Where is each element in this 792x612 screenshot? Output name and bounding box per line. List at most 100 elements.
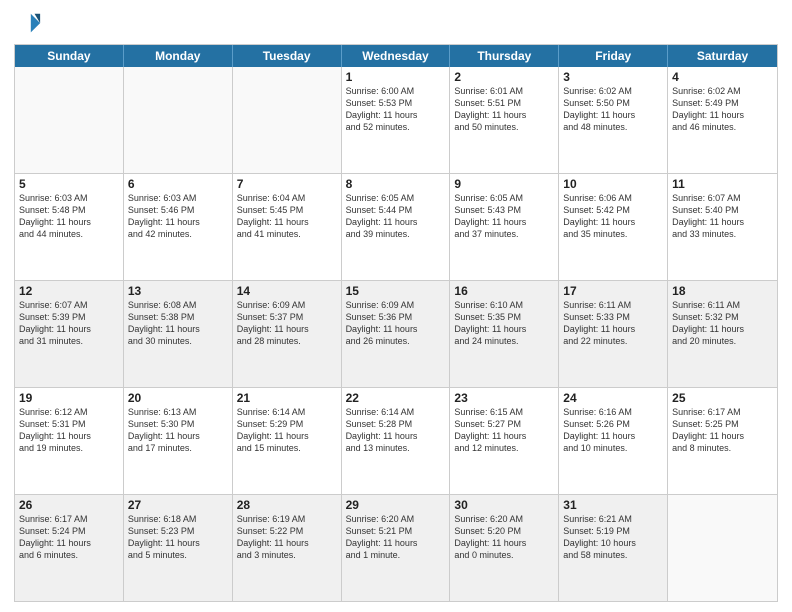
header <box>14 10 778 38</box>
day-cell-15: 15Sunrise: 6:09 AM Sunset: 5:36 PM Dayli… <box>342 281 451 387</box>
day-number: 2 <box>454 70 554 84</box>
day-number: 11 <box>672 177 773 191</box>
day-info: Sunrise: 6:18 AM Sunset: 5:23 PM Dayligh… <box>128 513 228 562</box>
day-info: Sunrise: 6:19 AM Sunset: 5:22 PM Dayligh… <box>237 513 337 562</box>
day-number: 12 <box>19 284 119 298</box>
day-number: 4 <box>672 70 773 84</box>
calendar-row-1: 5Sunrise: 6:03 AM Sunset: 5:48 PM Daylig… <box>15 174 777 281</box>
day-cell-7: 7Sunrise: 6:04 AM Sunset: 5:45 PM Daylig… <box>233 174 342 280</box>
weekday-header-wednesday: Wednesday <box>342 45 451 67</box>
day-info: Sunrise: 6:15 AM Sunset: 5:27 PM Dayligh… <box>454 406 554 455</box>
day-number: 23 <box>454 391 554 405</box>
day-cell-11: 11Sunrise: 6:07 AM Sunset: 5:40 PM Dayli… <box>668 174 777 280</box>
day-cell-6: 6Sunrise: 6:03 AM Sunset: 5:46 PM Daylig… <box>124 174 233 280</box>
day-info: Sunrise: 6:09 AM Sunset: 5:37 PM Dayligh… <box>237 299 337 348</box>
day-cell-13: 13Sunrise: 6:08 AM Sunset: 5:38 PM Dayli… <box>124 281 233 387</box>
day-number: 28 <box>237 498 337 512</box>
day-info: Sunrise: 6:01 AM Sunset: 5:51 PM Dayligh… <box>454 85 554 134</box>
day-number: 18 <box>672 284 773 298</box>
weekday-header-tuesday: Tuesday <box>233 45 342 67</box>
day-info: Sunrise: 6:07 AM Sunset: 5:40 PM Dayligh… <box>672 192 773 241</box>
day-cell-18: 18Sunrise: 6:11 AM Sunset: 5:32 PM Dayli… <box>668 281 777 387</box>
day-number: 10 <box>563 177 663 191</box>
weekday-header-friday: Friday <box>559 45 668 67</box>
day-info: Sunrise: 6:06 AM Sunset: 5:42 PM Dayligh… <box>563 192 663 241</box>
day-number: 19 <box>19 391 119 405</box>
day-number: 21 <box>237 391 337 405</box>
day-cell-3: 3Sunrise: 6:02 AM Sunset: 5:50 PM Daylig… <box>559 67 668 173</box>
day-number: 17 <box>563 284 663 298</box>
day-cell-27: 27Sunrise: 6:18 AM Sunset: 5:23 PM Dayli… <box>124 495 233 601</box>
day-cell-8: 8Sunrise: 6:05 AM Sunset: 5:44 PM Daylig… <box>342 174 451 280</box>
logo <box>14 10 46 38</box>
day-cell-21: 21Sunrise: 6:14 AM Sunset: 5:29 PM Dayli… <box>233 388 342 494</box>
day-cell-14: 14Sunrise: 6:09 AM Sunset: 5:37 PM Dayli… <box>233 281 342 387</box>
day-cell-25: 25Sunrise: 6:17 AM Sunset: 5:25 PM Dayli… <box>668 388 777 494</box>
day-cell-20: 20Sunrise: 6:13 AM Sunset: 5:30 PM Dayli… <box>124 388 233 494</box>
day-info: Sunrise: 6:16 AM Sunset: 5:26 PM Dayligh… <box>563 406 663 455</box>
calendar-row-2: 12Sunrise: 6:07 AM Sunset: 5:39 PM Dayli… <box>15 281 777 388</box>
weekday-header-saturday: Saturday <box>668 45 777 67</box>
calendar-body: 1Sunrise: 6:00 AM Sunset: 5:53 PM Daylig… <box>15 67 777 601</box>
day-info: Sunrise: 6:17 AM Sunset: 5:24 PM Dayligh… <box>19 513 119 562</box>
page: SundayMondayTuesdayWednesdayThursdayFrid… <box>0 0 792 612</box>
day-number: 5 <box>19 177 119 191</box>
empty-cell-4-6 <box>668 495 777 601</box>
day-info: Sunrise: 6:04 AM Sunset: 5:45 PM Dayligh… <box>237 192 337 241</box>
day-cell-19: 19Sunrise: 6:12 AM Sunset: 5:31 PM Dayli… <box>15 388 124 494</box>
day-number: 13 <box>128 284 228 298</box>
empty-cell-0-2 <box>233 67 342 173</box>
day-info: Sunrise: 6:11 AM Sunset: 5:32 PM Dayligh… <box>672 299 773 348</box>
day-cell-22: 22Sunrise: 6:14 AM Sunset: 5:28 PM Dayli… <box>342 388 451 494</box>
day-info: Sunrise: 6:14 AM Sunset: 5:29 PM Dayligh… <box>237 406 337 455</box>
calendar: SundayMondayTuesdayWednesdayThursdayFrid… <box>14 44 778 602</box>
calendar-row-4: 26Sunrise: 6:17 AM Sunset: 5:24 PM Dayli… <box>15 495 777 601</box>
day-cell-4: 4Sunrise: 6:02 AM Sunset: 5:49 PM Daylig… <box>668 67 777 173</box>
empty-cell-0-0 <box>15 67 124 173</box>
day-info: Sunrise: 6:02 AM Sunset: 5:50 PM Dayligh… <box>563 85 663 134</box>
day-number: 31 <box>563 498 663 512</box>
day-info: Sunrise: 6:20 AM Sunset: 5:21 PM Dayligh… <box>346 513 446 562</box>
day-number: 30 <box>454 498 554 512</box>
weekday-header-sunday: Sunday <box>15 45 124 67</box>
day-cell-29: 29Sunrise: 6:20 AM Sunset: 5:21 PM Dayli… <box>342 495 451 601</box>
day-info: Sunrise: 6:17 AM Sunset: 5:25 PM Dayligh… <box>672 406 773 455</box>
day-info: Sunrise: 6:03 AM Sunset: 5:48 PM Dayligh… <box>19 192 119 241</box>
day-cell-28: 28Sunrise: 6:19 AM Sunset: 5:22 PM Dayli… <box>233 495 342 601</box>
day-number: 1 <box>346 70 446 84</box>
day-number: 8 <box>346 177 446 191</box>
calendar-header: SundayMondayTuesdayWednesdayThursdayFrid… <box>15 45 777 67</box>
calendar-row-3: 19Sunrise: 6:12 AM Sunset: 5:31 PM Dayli… <box>15 388 777 495</box>
day-info: Sunrise: 6:11 AM Sunset: 5:33 PM Dayligh… <box>563 299 663 348</box>
day-number: 29 <box>346 498 446 512</box>
day-cell-26: 26Sunrise: 6:17 AM Sunset: 5:24 PM Dayli… <box>15 495 124 601</box>
weekday-header-thursday: Thursday <box>450 45 559 67</box>
day-number: 3 <box>563 70 663 84</box>
day-number: 20 <box>128 391 228 405</box>
day-cell-1: 1Sunrise: 6:00 AM Sunset: 5:53 PM Daylig… <box>342 67 451 173</box>
day-info: Sunrise: 6:03 AM Sunset: 5:46 PM Dayligh… <box>128 192 228 241</box>
calendar-row-0: 1Sunrise: 6:00 AM Sunset: 5:53 PM Daylig… <box>15 67 777 174</box>
day-cell-17: 17Sunrise: 6:11 AM Sunset: 5:33 PM Dayli… <box>559 281 668 387</box>
day-cell-31: 31Sunrise: 6:21 AM Sunset: 5:19 PM Dayli… <box>559 495 668 601</box>
day-info: Sunrise: 6:08 AM Sunset: 5:38 PM Dayligh… <box>128 299 228 348</box>
day-cell-24: 24Sunrise: 6:16 AM Sunset: 5:26 PM Dayli… <box>559 388 668 494</box>
day-info: Sunrise: 6:10 AM Sunset: 5:35 PM Dayligh… <box>454 299 554 348</box>
day-info: Sunrise: 6:21 AM Sunset: 5:19 PM Dayligh… <box>563 513 663 562</box>
day-info: Sunrise: 6:05 AM Sunset: 5:43 PM Dayligh… <box>454 192 554 241</box>
day-info: Sunrise: 6:12 AM Sunset: 5:31 PM Dayligh… <box>19 406 119 455</box>
day-number: 16 <box>454 284 554 298</box>
day-number: 15 <box>346 284 446 298</box>
day-info: Sunrise: 6:00 AM Sunset: 5:53 PM Dayligh… <box>346 85 446 134</box>
day-info: Sunrise: 6:14 AM Sunset: 5:28 PM Dayligh… <box>346 406 446 455</box>
day-number: 22 <box>346 391 446 405</box>
day-info: Sunrise: 6:13 AM Sunset: 5:30 PM Dayligh… <box>128 406 228 455</box>
day-cell-5: 5Sunrise: 6:03 AM Sunset: 5:48 PM Daylig… <box>15 174 124 280</box>
day-cell-16: 16Sunrise: 6:10 AM Sunset: 5:35 PM Dayli… <box>450 281 559 387</box>
day-info: Sunrise: 6:05 AM Sunset: 5:44 PM Dayligh… <box>346 192 446 241</box>
day-number: 14 <box>237 284 337 298</box>
day-cell-30: 30Sunrise: 6:20 AM Sunset: 5:20 PM Dayli… <box>450 495 559 601</box>
day-cell-10: 10Sunrise: 6:06 AM Sunset: 5:42 PM Dayli… <box>559 174 668 280</box>
day-number: 7 <box>237 177 337 191</box>
day-number: 27 <box>128 498 228 512</box>
